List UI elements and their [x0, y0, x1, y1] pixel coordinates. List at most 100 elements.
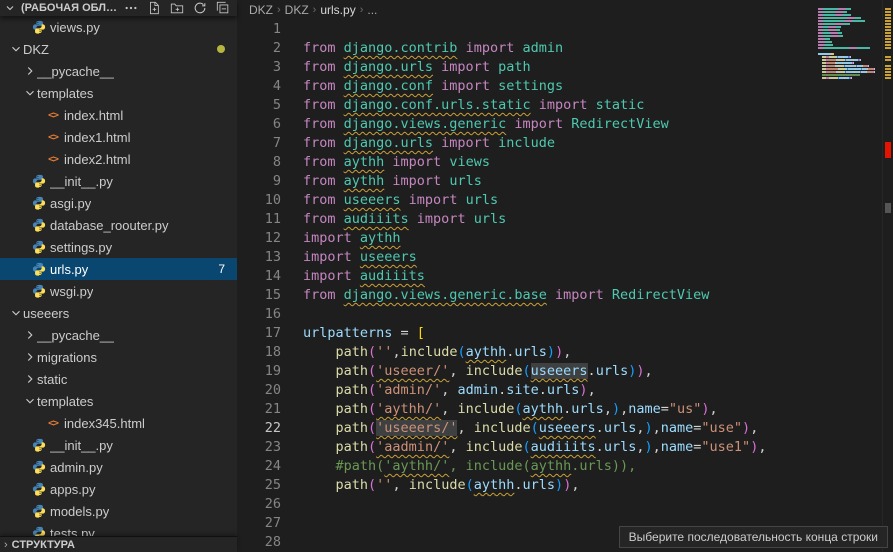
code-line-8[interactable]: 8from aythh import views [237, 153, 815, 172]
code-line-9[interactable]: 9from aythh import urls [237, 172, 815, 191]
tree-item-init-py[interactable]: __init__.py [0, 434, 237, 456]
line-number[interactable]: 11 [237, 210, 281, 229]
line-number[interactable]: 6 [237, 115, 281, 134]
tree-item-static[interactable]: static [0, 368, 237, 390]
code-line-1[interactable]: 1 [237, 20, 815, 39]
line-number[interactable]: 16 [237, 305, 281, 324]
new-folder-icon[interactable] [169, 0, 185, 16]
tree-item-wsgi-py[interactable]: wsgi.py [0, 280, 237, 302]
code-line-18[interactable]: 18 path('',include(aythh.urls)), [237, 343, 815, 362]
minimap-token [833, 53, 834, 55]
tree-item-apps-py[interactable]: apps.py [0, 478, 237, 500]
tree-item-migrations[interactable]: migrations [0, 346, 237, 368]
code-line-24[interactable]: 24 #path('aythh/', include(aythh.urls)), [237, 457, 815, 476]
code-line-23[interactable]: 23 path('aadmin/', include(audiiits.urls… [237, 438, 815, 457]
tree-item-templates[interactable]: templates [0, 82, 237, 104]
tree-item-models-py[interactable]: models.py [0, 500, 237, 522]
code-line-21[interactable]: 21 path('aythh/', include(aythh.urls,),n… [237, 400, 815, 419]
tree-item-database-roouter-py[interactable]: database_roouter.py [0, 214, 237, 236]
tree-item-settings-py[interactable]: settings.py [0, 236, 237, 258]
line-number[interactable]: 26 [237, 495, 281, 514]
more-icon[interactable] [123, 0, 139, 16]
outline-section-header[interactable]: › СТРУКТУРА [0, 536, 237, 552]
line-number[interactable]: 14 [237, 267, 281, 286]
breadcrumb-item[interactable]: DKZ [285, 3, 309, 17]
tree-item-templates[interactable]: templates [0, 390, 237, 412]
line-number[interactable]: 3 [237, 58, 281, 77]
line-number[interactable]: 17 [237, 324, 281, 343]
code-line-14[interactable]: 14import audiiits [237, 267, 815, 286]
code-line-12[interactable]: 12import aythh [237, 229, 815, 248]
tree-item-pycache[interactable]: __pycache__ [0, 324, 237, 346]
minimap-token [846, 8, 851, 10]
ruler-warning-mark [885, 29, 891, 31]
code-line-6[interactable]: 6from django.views.generic import Redire… [237, 115, 815, 134]
code-line-7[interactable]: 7from django.urls import include [237, 134, 815, 153]
line-number[interactable]: 13 [237, 248, 281, 267]
tree-item-views-py[interactable]: views.py [0, 16, 237, 38]
tree-item-index-html[interactable]: <>index.html [0, 104, 237, 126]
chevron-down-icon[interactable] [2, 0, 17, 16]
code-line-5[interactable]: 5from django.conf.urls.static import sta… [237, 96, 815, 115]
tree-item-pycache[interactable]: __pycache__ [0, 60, 237, 82]
code-line-11[interactable]: 11from audiiits import urls [237, 210, 815, 229]
collapse-all-icon[interactable] [215, 0, 231, 16]
tree-item-index1-html[interactable]: <>index1.html [0, 126, 237, 148]
line-number[interactable]: 15 [237, 286, 281, 305]
breadcrumb-item-file[interactable]: urls.py [320, 3, 355, 17]
code-line-26[interactable]: 26 [237, 495, 815, 514]
code-line-13[interactable]: 13import useeers [237, 248, 815, 267]
line-number[interactable]: 22 [237, 419, 281, 438]
minimap-line [818, 11, 880, 13]
line-number[interactable]: 28 [237, 533, 281, 552]
tree-item-dkz[interactable]: DKZ [0, 38, 237, 60]
code-line-10[interactable]: 10from useeers import urls [237, 191, 815, 210]
line-number[interactable]: 8 [237, 153, 281, 172]
code-line-19[interactable]: 19 path('useeer/', include(useeers.urls)… [237, 362, 815, 381]
line-number[interactable]: 21 [237, 400, 281, 419]
refresh-icon[interactable] [192, 0, 208, 16]
code-line-20[interactable]: 20 path('admin/', admin.site.urls), [237, 381, 815, 400]
tree-item-admin-py[interactable]: admin.py [0, 456, 237, 478]
line-number[interactable]: 10 [237, 191, 281, 210]
code-line-17[interactable]: 17urlpatterns = [ [237, 324, 815, 343]
tree-item-index2-html[interactable]: <>index2.html [0, 148, 237, 170]
line-number[interactable]: 27 [237, 514, 281, 533]
line-number[interactable]: 5 [237, 96, 281, 115]
line-number[interactable]: 20 [237, 381, 281, 400]
code-token: from [303, 97, 344, 113]
overview-ruler[interactable] [882, 0, 893, 552]
tree-item-urls-py[interactable]: urls.py7 [0, 258, 237, 280]
line-number[interactable]: 7 [237, 134, 281, 153]
line-number[interactable]: 12 [237, 229, 281, 248]
line-number[interactable]: 2 [237, 39, 281, 58]
line-number[interactable]: 18 [237, 343, 281, 362]
minimap-line [818, 38, 880, 40]
line-number[interactable]: 25 [237, 476, 281, 495]
tree-item-index345-html[interactable]: <>index345.html [0, 412, 237, 434]
line-number[interactable]: 4 [237, 77, 281, 96]
chevron-right-icon [22, 327, 37, 343]
code-line-2[interactable]: 2from django.contrib import admin [237, 39, 815, 58]
code-line-22[interactable]: 22 path('useeers/', include(useeers.urls… [237, 419, 815, 438]
line-number[interactable]: 24 [237, 457, 281, 476]
code-line-16[interactable]: 16 [237, 305, 815, 324]
line-number[interactable]: 23 [237, 438, 281, 457]
line-number[interactable]: 19 [237, 362, 281, 381]
new-file-icon[interactable] [146, 0, 162, 16]
code-area[interactable]: 12from django.contrib import admin3from … [237, 20, 815, 552]
breadcrumb-item[interactable]: DKZ [249, 3, 273, 17]
tree-item-useeers[interactable]: useeers [0, 302, 237, 324]
tree-item-init-py[interactable]: __init__.py [0, 170, 237, 192]
tree-item-asgi-py[interactable]: asgi.py [0, 192, 237, 214]
minimap-line [818, 50, 880, 52]
minimap[interactable] [818, 5, 880, 89]
line-number[interactable]: 1 [237, 20, 281, 39]
code-line-25[interactable]: 25 path('', include(aythh.urls)), [237, 476, 815, 495]
code-line-4[interactable]: 4from django.conf import settings [237, 77, 815, 96]
code-line-15[interactable]: 15from django.views.generic.base import … [237, 286, 815, 305]
code-line-3[interactable]: 3from django.urls import path [237, 58, 815, 77]
breadcrumb-item-symbol[interactable]: ... [367, 3, 377, 17]
tree-item-tests-py[interactable]: tests.py [0, 522, 237, 536]
line-number[interactable]: 9 [237, 172, 281, 191]
